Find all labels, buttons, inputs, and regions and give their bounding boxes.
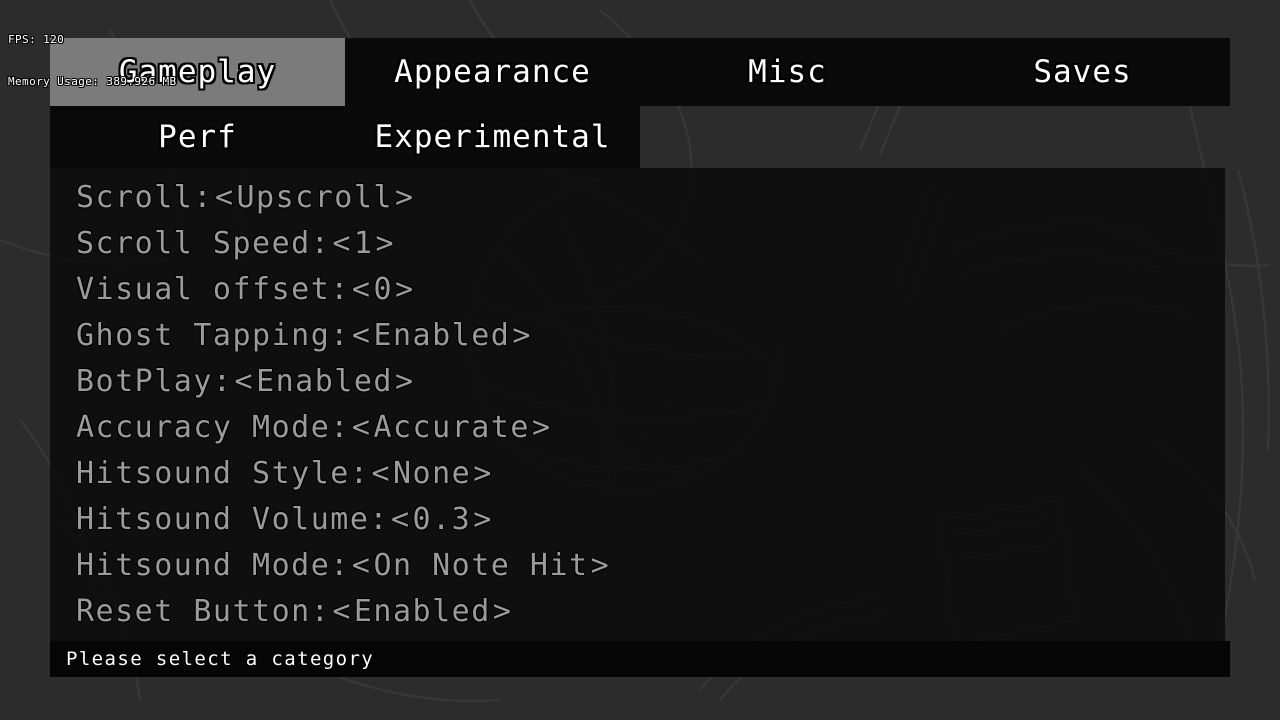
chevron-left-icon[interactable]: <: [213, 180, 237, 215]
chevron-left-icon[interactable]: <: [350, 410, 374, 445]
chevron-right-icon[interactable]: >: [471, 456, 495, 491]
status-bar: Please select a category: [50, 641, 1230, 677]
performance-overlay: FPS: 120 Memory Usage: 389.926 MB: [8, 5, 177, 103]
setting-label: Reset Button:: [76, 593, 331, 629]
tab-perf-label: Perf: [158, 119, 237, 155]
tab-experimental[interactable]: Experimental: [345, 106, 640, 168]
setting-row[interactable]: Ghost Tapping: < Enabled >: [76, 312, 1225, 358]
setting-row[interactable]: Scroll: < Upscroll >: [76, 174, 1225, 220]
tab-misc-label: Misc: [748, 54, 827, 90]
setting-value: 0: [373, 271, 393, 307]
chevron-left-icon[interactable]: <: [233, 364, 257, 399]
chevron-left-icon[interactable]: <: [350, 548, 374, 583]
chevron-right-icon[interactable]: >: [471, 502, 495, 537]
status-message: Please select a category: [66, 648, 375, 670]
setting-value: On Note Hit: [373, 547, 589, 583]
tab-bar-secondary: Perf Experimental: [50, 106, 640, 168]
setting-value: 0.3: [412, 501, 472, 537]
chevron-left-icon[interactable]: <: [350, 318, 374, 353]
chevron-left-icon[interactable]: <: [330, 594, 354, 629]
settings-panel: Scroll: < Upscroll > Scroll Speed: < 1 > V…: [50, 168, 1225, 641]
setting-row[interactable]: BotPlay: < Enabled >: [76, 358, 1225, 404]
setting-label: Accuracy Mode:: [76, 409, 350, 445]
settings-list: Scroll: < Upscroll > Scroll Speed: < 1 > V…: [76, 174, 1225, 634]
tab-misc[interactable]: Misc: [640, 38, 935, 106]
tab-bar-primary: Gameplay Appearance Misc Saves: [50, 38, 1230, 106]
setting-value: Enabled: [373, 317, 511, 353]
setting-value: 1: [353, 225, 374, 261]
chevron-right-icon[interactable]: >: [589, 548, 613, 583]
setting-row[interactable]: Accuracy Mode: < Accurate >: [76, 404, 1225, 450]
chevron-left-icon[interactable]: <: [369, 456, 393, 491]
setting-label: Hitsound Mode:: [76, 547, 350, 583]
tab-appearance[interactable]: Appearance: [345, 38, 640, 106]
tab-perf[interactable]: Perf: [50, 106, 345, 168]
chevron-right-icon[interactable]: >: [530, 410, 554, 445]
tab-experimental-label: Experimental: [374, 119, 611, 155]
chevron-left-icon[interactable]: <: [350, 272, 374, 307]
setting-value: None: [393, 455, 472, 491]
setting-row[interactable]: Visual offset: < 0 >: [76, 266, 1225, 312]
fps-counter: FPS: 120: [8, 33, 65, 46]
chevron-right-icon[interactable]: >: [393, 180, 417, 215]
chevron-right-icon[interactable]: >: [510, 318, 534, 353]
setting-label: Hitsound Volume:: [76, 501, 389, 537]
setting-label: Ghost Tapping:: [76, 317, 350, 353]
setting-value: Accurate: [373, 409, 530, 445]
setting-label: Hitsound Style:: [76, 455, 370, 491]
setting-value: Enabled: [353, 593, 491, 629]
setting-row[interactable]: Hitsound Volume: < 0.3 >: [76, 496, 1225, 542]
memory-usage-counter: Memory Usage: 389.926 MB: [8, 75, 177, 88]
setting-row[interactable]: Reset Button: < Enabled >: [76, 588, 1225, 634]
chevron-left-icon[interactable]: <: [330, 226, 354, 261]
setting-label: Scroll Speed:: [76, 225, 331, 261]
chevron-right-icon[interactable]: >: [491, 594, 515, 629]
setting-row[interactable]: Scroll Speed: < 1 >: [76, 220, 1225, 266]
tab-appearance-label: Appearance: [394, 54, 591, 90]
setting-value: Upscroll: [236, 179, 393, 215]
chevron-right-icon[interactable]: >: [393, 364, 417, 399]
setting-label: Visual offset:: [76, 271, 350, 307]
setting-label: BotPlay:: [76, 363, 233, 399]
chevron-right-icon[interactable]: >: [373, 226, 397, 261]
setting-row[interactable]: Hitsound Style: < None >: [76, 450, 1225, 496]
setting-row[interactable]: Hitsound Mode: < On Note Hit >: [76, 542, 1225, 588]
setting-value: Enabled: [256, 363, 393, 399]
options-window: Gameplay Appearance Misc Saves Perf Expe…: [50, 38, 1230, 677]
chevron-left-icon[interactable]: <: [389, 502, 413, 537]
tab-saves-label: Saves: [1033, 54, 1132, 90]
tab-saves[interactable]: Saves: [935, 38, 1230, 106]
setting-label: Scroll:: [76, 179, 213, 215]
chevron-right-icon[interactable]: >: [393, 272, 417, 307]
